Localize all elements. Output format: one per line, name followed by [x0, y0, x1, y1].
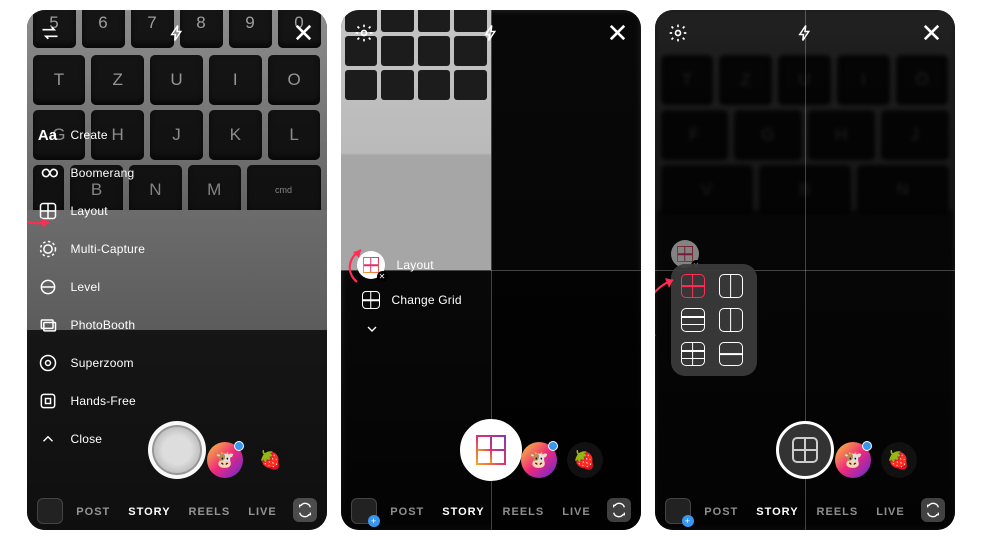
flash-icon[interactable]	[480, 22, 502, 44]
text-aa-icon: Aa	[37, 124, 59, 146]
mode-post[interactable]: POST	[704, 506, 738, 518]
story-layout-mode: ✕ ✕ Layout Change Grid 🐮 🍓 POST STORY RE…	[341, 10, 641, 530]
collapse-row[interactable]	[357, 315, 462, 346]
camera-switch-icon[interactable]	[607, 498, 631, 522]
mode-reels[interactable]: REELS	[817, 506, 859, 518]
settings-icon[interactable]	[353, 22, 375, 44]
label: Change Grid	[392, 293, 462, 307]
remove-badge-icon[interactable]: ✕	[377, 271, 388, 282]
grid-icon	[362, 291, 380, 309]
grid-option-1x2[interactable]	[719, 274, 743, 298]
tool-hands-free[interactable]: Hands-Free	[37, 382, 146, 420]
effect-strawberry[interactable]: 🍓	[253, 442, 289, 478]
flash-icon[interactable]	[794, 22, 816, 44]
grid-option-2x1[interactable]	[719, 342, 743, 366]
label: Superzoom	[71, 356, 134, 370]
mode-live[interactable]: LIVE	[876, 506, 904, 518]
tool-boomerang[interactable]: Boomerang	[37, 154, 146, 192]
mode-story[interactable]: STORY	[756, 506, 798, 518]
level-icon	[37, 276, 59, 298]
label: Level	[71, 280, 101, 294]
shutter-button[interactable]	[148, 421, 206, 479]
top-bar: ✕	[27, 18, 327, 48]
label: Create	[71, 128, 108, 142]
effect-strawberry[interactable]: 🍓	[567, 442, 603, 478]
mode-live[interactable]: LIVE	[248, 506, 276, 518]
tool-create[interactable]: Aa Create	[37, 116, 146, 154]
hands-free-icon	[37, 390, 59, 412]
mode-strip: POST STORY REELS LIVE	[655, 506, 955, 518]
effects-row: 🐮 🍓	[207, 442, 289, 478]
superzoom-icon	[37, 352, 59, 374]
mode-strip: POST STORY REELS LIVE	[341, 506, 641, 518]
close-icon[interactable]: ✕	[607, 22, 629, 44]
grid-option-2x2[interactable]	[681, 274, 705, 298]
layout-controls: ✕ Layout Change Grid	[357, 245, 462, 346]
layout-icon	[37, 200, 59, 222]
tool-superzoom[interactable]: Superzoom	[37, 344, 146, 382]
grid-option-3x2[interactable]	[681, 342, 705, 366]
layout-active-icon: ✕	[357, 251, 385, 279]
chevron-down-icon	[364, 321, 380, 340]
photobooth-icon	[37, 314, 59, 336]
shutter-button[interactable]	[460, 419, 522, 481]
mode-reels[interactable]: REELS	[503, 506, 545, 518]
mode-strip: POST STORY REELS LIVE	[27, 506, 327, 518]
top-bar: ✕	[655, 18, 955, 48]
close-icon[interactable]: ✕	[921, 22, 943, 44]
camera-switch-icon[interactable]	[293, 498, 317, 522]
effects-row: 🐮 🍓	[835, 442, 917, 478]
infinity-icon	[37, 162, 59, 184]
layout-grid-icon	[792, 437, 818, 463]
mode-reels[interactable]: REELS	[189, 506, 231, 518]
label: Boomerang	[71, 166, 135, 180]
label: PhotoBooth	[71, 318, 136, 332]
label: Layout	[71, 204, 108, 218]
settings-icon[interactable]	[667, 22, 689, 44]
story-tools-menu: AaCreate Boomerang Layout Multi-Capture …	[37, 116, 146, 458]
mode-story[interactable]: STORY	[128, 506, 170, 518]
layout-active-row[interactable]: ✕ Layout	[357, 245, 462, 285]
effect-cow[interactable]: 🐮	[521, 442, 557, 478]
top-bar: ✕	[341, 18, 641, 48]
change-grid-row[interactable]: Change Grid	[357, 285, 462, 315]
multi-capture-icon	[37, 238, 59, 260]
mode-live[interactable]: LIVE	[562, 506, 590, 518]
tool-level[interactable]: Level	[37, 268, 146, 306]
active-quadrant	[341, 10, 491, 270]
grid-option-3x1[interactable]	[681, 308, 705, 332]
swap-icon[interactable]	[39, 22, 61, 44]
grid-picker-popup	[671, 264, 757, 376]
close-icon[interactable]: ✕	[293, 22, 315, 44]
effect-strawberry[interactable]: 🍓	[881, 442, 917, 478]
label: Layout	[397, 258, 434, 272]
tool-multi-capture[interactable]: Multi-Capture	[37, 230, 146, 268]
tool-photobooth[interactable]: PhotoBooth	[37, 306, 146, 344]
mode-post[interactable]: POST	[390, 506, 424, 518]
effect-cow[interactable]: 🐮	[835, 442, 871, 478]
layout-grid-icon	[476, 435, 506, 465]
story-camera-tools-menu: 567890 TZUIO GHJKL BNMcmd ✕ AaCreate Boo…	[27, 10, 327, 530]
shutter-button[interactable]	[776, 421, 834, 479]
mode-post[interactable]: POST	[76, 506, 110, 518]
label: Hands-Free	[71, 394, 136, 408]
story-grid-picker: TZUIÖ FGHJ VBN ✕ ✕ 🐮 🍓 POST STORY REELS …	[655, 10, 955, 530]
mode-story[interactable]: STORY	[442, 506, 484, 518]
grid-option-2x1-tall[interactable]	[719, 308, 743, 332]
label: Multi-Capture	[71, 242, 146, 256]
effect-cow[interactable]: 🐮	[207, 442, 243, 478]
effects-row: 🐮 🍓	[521, 442, 603, 478]
flash-icon[interactable]	[166, 22, 188, 44]
tool-layout[interactable]: Layout	[37, 192, 146, 230]
camera-switch-icon[interactable]	[921, 498, 945, 522]
